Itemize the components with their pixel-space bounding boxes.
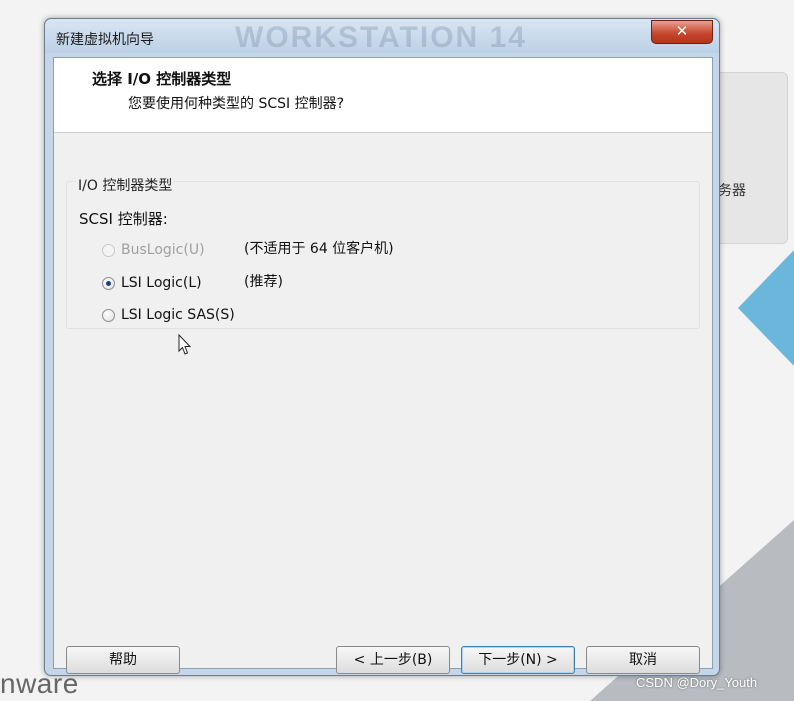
cancel-button[interactable]: 取消 (586, 646, 700, 674)
radio-label-lsi-logic: LSI Logic(L) (121, 275, 202, 291)
back-button[interactable]: < 上一步(B) (336, 646, 450, 674)
radio-label-lsi-logic-sas: LSI Logic SAS(S) (121, 307, 235, 323)
radio-note-buslogic: (不适用于 64 位客户机) (244, 241, 394, 257)
wizard-header: 选择 I/O 控制器类型 您要使用何种类型的 SCSI 控制器? (54, 58, 712, 133)
background-panel-text: 务器 (718, 183, 746, 199)
group-label: I/O 控制器类型 (76, 175, 175, 195)
scsi-controller-label: SCSI 控制器: (79, 210, 168, 228)
radio-buslogic[interactable]: BusLogic(U) (102, 239, 205, 261)
pointer-cursor-icon (178, 334, 192, 355)
radio-label-buslogic: BusLogic(U) (121, 242, 205, 258)
csdn-watermark: CSDN @Dory_Youth (636, 675, 758, 690)
close-button[interactable]: ✕ (651, 20, 713, 44)
page-title: 选择 I/O 控制器类型 (92, 70, 232, 88)
radio-lsi-logic-sas[interactable]: LSI Logic SAS(S) (102, 304, 235, 326)
radio-circle-lsi-logic[interactable] (102, 276, 115, 290)
radio-circle-buslogic[interactable] (102, 243, 115, 257)
new-vm-wizard-window: WORKSTATION 14 新建虚拟机向导 ✕ 选择 I/O 控制器类型 您要… (44, 18, 720, 676)
wizard-client-area: 选择 I/O 控制器类型 您要使用何种类型的 SCSI 控制器? I/O 控制器… (53, 57, 713, 674)
background-panel (716, 72, 788, 244)
next-button[interactable]: 下一步(N) > (461, 646, 575, 674)
title-watermark: WORKSTATION 14 (235, 21, 527, 54)
radio-circle-lsi-logic-sas[interactable] (102, 308, 115, 322)
help-button[interactable]: 帮助 (66, 646, 180, 674)
page-subtitle: 您要使用何种类型的 SCSI 控制器? (128, 96, 345, 112)
title-bar[interactable]: WORKSTATION 14 新建虚拟机向导 ✕ (45, 19, 719, 54)
background-blue-triangle (738, 250, 794, 366)
radio-lsi-logic[interactable]: LSI Logic(L) (102, 272, 202, 294)
close-icon: ✕ (675, 22, 689, 40)
radio-note-lsi-logic: (推荐) (244, 274, 283, 290)
window-title: 新建虚拟机向导 (56, 32, 154, 48)
